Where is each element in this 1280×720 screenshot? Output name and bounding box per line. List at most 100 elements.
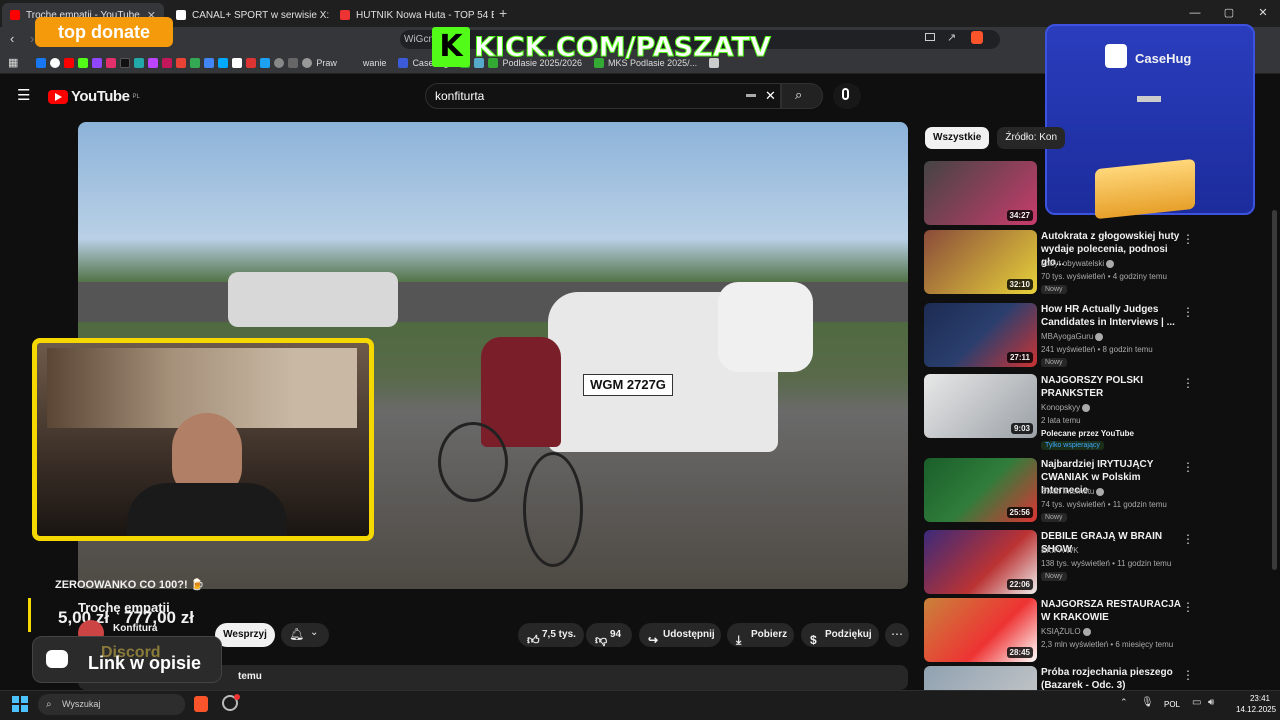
tip-icon[interactable]	[134, 57, 145, 68]
instagram-icon[interactable]	[106, 57, 117, 68]
maximize-icon[interactable]: ▢	[1212, 0, 1246, 27]
download-button[interactable]: ⤓ Pobierz	[727, 623, 794, 647]
casehug-bar	[1137, 96, 1161, 102]
more-icon[interactable]: ⋮	[1182, 460, 1194, 474]
bookmark-icon[interactable]	[204, 57, 215, 68]
video-title[interactable]: Próba rozjechania pieszego (Bazarek - Od…	[1041, 666, 1181, 690]
cast-icon[interactable]	[925, 33, 935, 41]
thanks-button[interactable]: $ Podziękuj	[801, 623, 879, 647]
video-thumbnail[interactable]: 34:27	[924, 161, 1037, 225]
clock-date: 14.12.2025	[1236, 705, 1277, 714]
bookmark-icon[interactable]	[288, 57, 299, 68]
forward-icon[interactable]: ›	[30, 31, 34, 46]
search-button[interactable]: ⌕	[781, 83, 823, 109]
youtube-icon[interactable]	[64, 57, 75, 68]
video-thumbnail[interactable]: 22:06	[924, 530, 1037, 594]
taskbar-search-input[interactable]: ⌕ Wyszukaj	[38, 694, 185, 715]
share-button[interactable]: ↪ Udostępnij	[639, 623, 721, 647]
mic-tray-icon[interactable]: 🎙︎	[1141, 697, 1154, 708]
x-icon[interactable]	[232, 57, 243, 68]
more-actions-icon[interactable]: ⋯	[885, 623, 909, 647]
bookmark-icon[interactable]	[260, 57, 271, 68]
bookmark-icon[interactable]	[274, 57, 285, 68]
video-duration: 22:06	[1006, 579, 1033, 590]
donation-accent	[28, 598, 31, 632]
list-item[interactable]: 25:56 Najbardziej IRYTUJĄCY CWANIAK w Po…	[924, 458, 1272, 522]
list-item[interactable]: 27:11 How HR Actually Judges Candidates …	[924, 303, 1272, 367]
facebook-icon[interactable]	[36, 57, 47, 68]
bookmark-icon[interactable]	[162, 57, 173, 68]
bookmark-wanie[interactable]: wanie	[363, 58, 387, 68]
globe-icon[interactable]	[302, 57, 313, 68]
brave-taskbar-icon[interactable]	[194, 696, 208, 712]
bookmark-icon[interactable]	[246, 57, 257, 68]
list-item[interactable]: 28:45 NAJGORSZA RESTAURACJA W KRAKOWIE K…	[924, 598, 1272, 662]
tiktok-icon[interactable]	[120, 57, 131, 68]
video-thumbnail[interactable]	[924, 666, 1037, 690]
tray-arrow-icon[interactable]: ⌃	[1120, 697, 1128, 708]
voice-search-button[interactable]	[833, 83, 861, 109]
like-button[interactable]: 👍︎ 7,5 tys.	[518, 623, 584, 647]
list-item[interactable]: Próba rozjechania pieszego (Bazarek - Od…	[924, 666, 1272, 690]
channel-name[interactable]: Konfitura	[113, 623, 157, 634]
more-icon[interactable]: ⋮	[1182, 600, 1194, 614]
tab-hutnik[interactable]: HUTNIK Nowa Huta - TOP 54 Biała P ✕	[332, 3, 494, 27]
windows-start-icon[interactable]	[12, 696, 28, 712]
menu-icon[interactable]: ☰	[17, 86, 30, 104]
share-label: Udostępnij	[663, 629, 715, 640]
brave-shield-icon[interactable]	[971, 31, 983, 44]
bookmark-prawo[interactable]: Praw	[316, 58, 337, 68]
list-item[interactable]: 9:03 NAJGORSZY POLSKI PRANKSTER Konopsky…	[924, 374, 1272, 450]
search-input[interactable]: konfiturta ▬ ✕	[425, 83, 781, 109]
twitch-icon[interactable]	[92, 57, 103, 68]
video-title[interactable]: NAJGORSZY POLSKI PRANKSTER	[1041, 374, 1181, 400]
video-thumbnail[interactable]: 25:56	[924, 458, 1037, 522]
minimize-icon[interactable]: —	[1178, 0, 1212, 27]
video-thumbnail[interactable]: 27:11	[924, 303, 1037, 367]
list-item[interactable]: 34:27	[924, 161, 1272, 225]
kick-icon[interactable]	[78, 57, 89, 68]
support-button[interactable]: Wesprzyj	[215, 623, 275, 647]
video-thumbnail[interactable]: 28:45	[924, 598, 1037, 662]
chevron-down-icon: ⌄	[310, 627, 319, 638]
more-icon[interactable]: ⋮	[1182, 532, 1194, 546]
tab-canal[interactable]: CANAL+ SPORT w serwisie X: „CHRA ✕	[168, 3, 330, 27]
google-icon[interactable]	[50, 57, 61, 68]
channel-label: KSIĄŻULO	[1041, 627, 1081, 636]
scrollbar[interactable]	[1272, 210, 1277, 570]
share-icon[interactable]: ↗	[947, 31, 956, 44]
new-tab-icon[interactable]: +	[499, 5, 507, 21]
gmail-icon[interactable]	[176, 57, 187, 68]
chip-all[interactable]: Wszystkie	[925, 127, 990, 149]
dislike-button[interactable]: 👎︎ 94	[586, 623, 632, 647]
bookmark-icon[interactable]	[148, 57, 159, 68]
video-thumbnail[interactable]: 9:03	[924, 374, 1037, 438]
video-title[interactable]: NAJGORSZA RESTAURACJA W KRAKOWIE	[1041, 598, 1181, 624]
clock[interactable]: 23:41 14.12.2025	[1236, 693, 1277, 715]
apps-icon[interactable]: ▦	[8, 56, 18, 69]
speaker-icon[interactable]: 🔊︎	[1208, 697, 1214, 708]
youtube-logo[interactable]: YouTube PL	[48, 88, 140, 105]
more-icon[interactable]: ⋮	[1182, 376, 1194, 390]
notifications-button[interactable]: 🔔︎ ⌄	[281, 623, 329, 647]
more-icon[interactable]: ⋮	[1182, 305, 1194, 319]
chip-source[interactable]: Źródło: Kon	[997, 127, 1066, 149]
back-icon[interactable]: ‹	[10, 31, 14, 46]
input-language[interactable]: POL	[1164, 700, 1180, 709]
video-title[interactable]: How HR Actually Judges Candidates in Int…	[1041, 303, 1181, 329]
close-window-icon[interactable]: ✕	[1246, 0, 1280, 27]
verified-icon	[1082, 403, 1091, 412]
bookmark-icon[interactable]	[190, 57, 201, 68]
bookmark-icon[interactable]	[218, 57, 229, 68]
clear-icon[interactable]: ✕	[765, 84, 776, 108]
casehug-icon[interactable]	[398, 57, 409, 68]
video-thumbnail[interactable]: 32:10	[924, 230, 1037, 294]
list-item[interactable]: 22:06 DEBILE GRAJĄ W BRAIN SHOW EKIPA WK…	[924, 530, 1272, 594]
list-item[interactable]: 32:10 Autokrata z głogowskiej huty wydaj…	[924, 230, 1272, 294]
keyboard-icon[interactable]: ▬	[746, 83, 756, 107]
tab-label: HUTNIK Nowa Huta - TOP 54 Biała P	[356, 9, 494, 21]
more-icon[interactable]: ⋮	[1182, 232, 1194, 246]
share-arrow-icon: ↪	[648, 633, 659, 647]
monitor-icon[interactable]: ▭	[1192, 697, 1201, 708]
more-icon[interactable]: ⋮	[1182, 668, 1194, 682]
